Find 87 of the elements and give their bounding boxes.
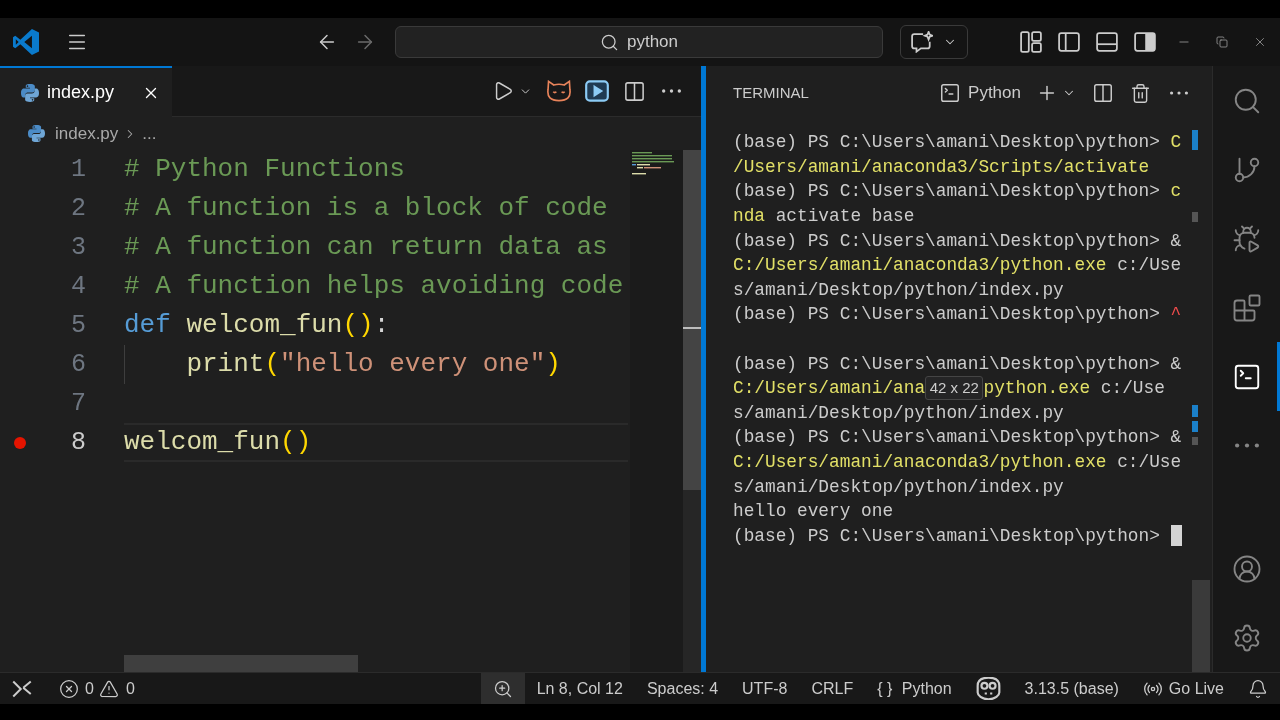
trash-icon[interactable]: [1130, 82, 1151, 104]
robot-face-icon[interactable]: [975, 677, 1001, 700]
scrollbar-marker: [1192, 405, 1198, 417]
problems-indicator[interactable]: 0 0: [59, 673, 135, 704]
chat-button[interactable]: [900, 25, 968, 59]
panel-title[interactable]: TERMINAL: [733, 81, 809, 105]
scrollbar-marker: [1192, 130, 1198, 150]
scrollbar-marker: [683, 327, 701, 329]
line-number: 5: [71, 310, 86, 342]
scrollbar-thumb[interactable]: [124, 655, 358, 672]
terminal-line: (base) PS C:\Users\amani\Desktop\python> &: [733, 229, 1182, 253]
code-line: # Python Functions: [124, 153, 405, 186]
line-number: 8: [71, 427, 86, 459]
breadcrumb-item[interactable]: index.py: [55, 120, 119, 147]
search-icon: [599, 32, 619, 52]
sidebar-right-icon[interactable]: [1134, 32, 1156, 52]
chat-sparkle-icon: [911, 31, 933, 53]
more-icon[interactable]: [1170, 91, 1188, 95]
terminal-line: s/amani/Desktop/python/index.py: [733, 278, 1064, 302]
interpreter-selector[interactable]: 3.13.5 (base): [1024, 676, 1119, 701]
line-number: 6: [71, 349, 86, 381]
command-center[interactable]: python: [395, 26, 883, 58]
extensions-icon: [1231, 292, 1262, 323]
terminal-line: (base) PS C:\Users\amani\Desktop\python> ^: [733, 303, 1182, 327]
code-line: # A function can return data as: [124, 231, 608, 264]
line-number: 4: [71, 271, 86, 303]
restore-icon[interactable]: [1216, 36, 1228, 48]
sidebar-left-icon[interactable]: [1058, 32, 1080, 52]
layout-grid-icon[interactable]: [1020, 31, 1042, 53]
encoding-setting[interactable]: UTF-8: [742, 676, 788, 701]
scrollbar-marker: [1192, 437, 1198, 445]
scrollbar-marker: [1192, 421, 1198, 432]
language-mode[interactable]: { } Python: [877, 676, 952, 701]
line-number: 1: [71, 154, 86, 186]
indentation-setting[interactable]: Spaces: 4: [646, 676, 719, 701]
breadcrumb-item[interactable]: ...: [142, 120, 157, 147]
panel-bottom-icon[interactable]: [1096, 32, 1118, 52]
breakpoint-icon[interactable]: [14, 436, 26, 449]
terminal-line: nda activate base: [733, 205, 915, 229]
python-file-icon: [28, 125, 45, 142]
scrollbar-thumb[interactable]: [683, 150, 701, 490]
split-editor-icon[interactable]: [623, 79, 646, 103]
app-logo-icon: [13, 29, 39, 55]
notifications-icon[interactable]: [1248, 678, 1268, 699]
scrollbar-marker: [1192, 212, 1198, 222]
more-icon: [1234, 443, 1259, 448]
cat-face-icon[interactable]: [547, 80, 572, 102]
code-line: welcom_fun(): [124, 426, 312, 459]
terminal-line: (base) PS C:\Users\amani\Desktop\python> c: [733, 180, 1182, 204]
split-terminal-icon[interactable]: [1092, 82, 1114, 104]
terminal-line: hello every one: [733, 500, 894, 524]
terminal-line: (base) PS C:\Users\amani\Desktop\python> &: [733, 352, 1182, 376]
line-ending-setting[interactable]: CRLF: [811, 676, 854, 701]
go-live-button[interactable]: Go Live: [1142, 673, 1224, 704]
terminal-line: (base) PS C:\Users\amani\Desktop\python> C: [733, 131, 1182, 155]
line-number: 3: [71, 232, 86, 264]
terminal-shell-tab[interactable]: Python: [939, 80, 1021, 106]
size-tooltip: 42 x 22: [925, 376, 984, 401]
remote-icon[interactable]: [12, 679, 32, 698]
terminal-line: /Users/amani/anaconda3/Scripts/activate: [733, 155, 1150, 179]
code-line: def welcom_fun():: [124, 309, 390, 342]
code-line: # A function is a block of code: [124, 192, 608, 225]
line-number: 7: [71, 388, 86, 420]
terminal-line: s/amani/Desktop/python/index.py: [733, 401, 1064, 425]
line-number: 2: [71, 193, 86, 225]
account-icon: [1231, 553, 1262, 584]
zoom-in-icon: [492, 678, 513, 699]
warning-icon: [98, 678, 119, 699]
error-icon: [59, 678, 79, 699]
cursor-position[interactable]: Ln 8, Col 12: [536, 676, 623, 701]
scrollbar-thumb[interactable]: [1192, 580, 1210, 672]
terminal-line: C:/Users/amani/anaconda3/python.exe c:/Use: [733, 451, 1182, 474]
terminal-line: (base) PS C:\Users\amani\Desktop\python> &: [733, 426, 1182, 450]
editor-tab[interactable]: index.py: [0, 66, 172, 117]
zoom-button[interactable]: [480, 673, 525, 704]
terminal-line: python.exe c:/Use: [983, 377, 1165, 401]
code-line: print("hello every one"): [186, 348, 561, 381]
terminal-line: (base) PS C:\Users\amani\Desktop\python>: [733, 524, 1161, 548]
bug-play-icon: [1231, 223, 1262, 254]
terminal-icon: [939, 82, 962, 104]
terminal-line: s/amani/Desktop/python/index.py: [733, 475, 1064, 499]
terminal-line: C:/Users/amani/anaconda3/python.exe c:/Use: [733, 254, 1182, 278]
more-icon[interactable]: [662, 89, 681, 93]
terminal-line: C:/Users/amani/ana: [733, 377, 926, 401]
code-line: # A function helps avoiding code: [124, 270, 624, 303]
play-square-icon[interactable]: [585, 80, 609, 102]
python-file-icon: [21, 83, 39, 102]
